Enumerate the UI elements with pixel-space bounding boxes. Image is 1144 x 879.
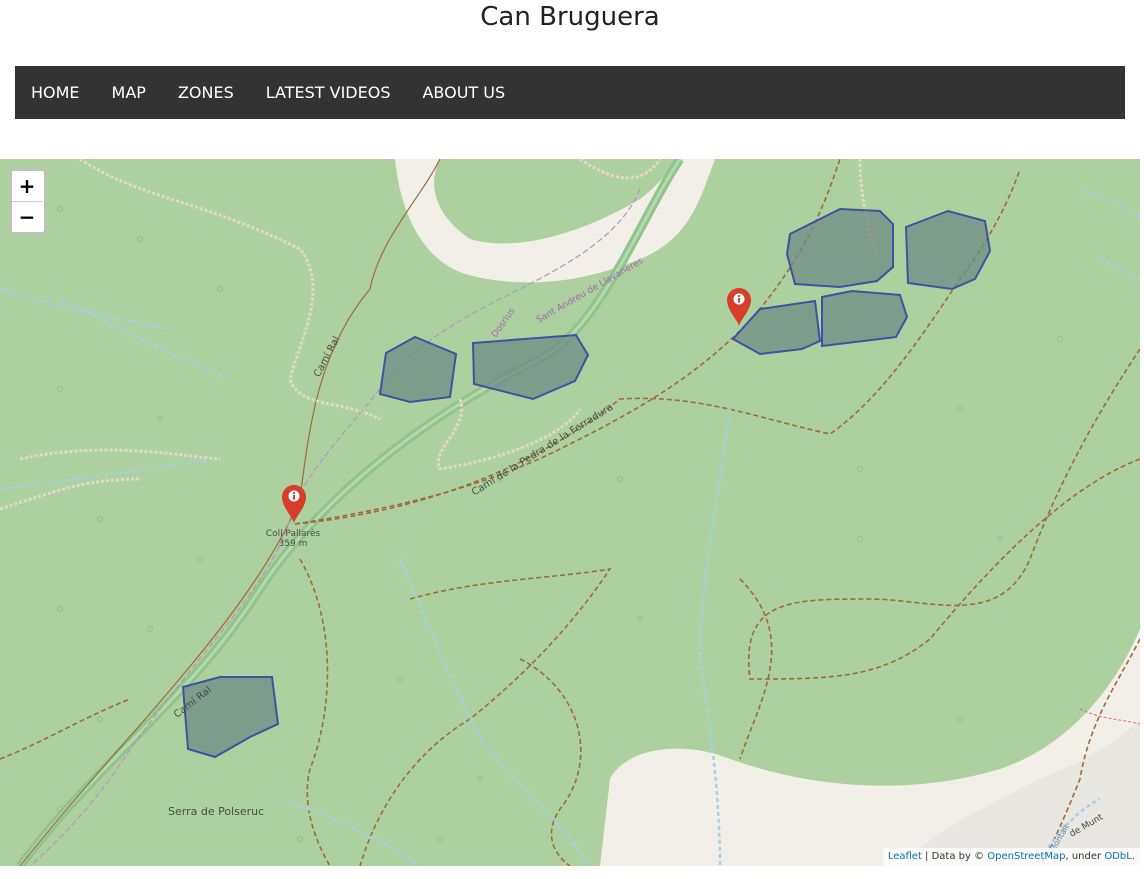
openstreetmap-link[interactable]: OpenStreetMap	[987, 851, 1065, 862]
map-attribution: Leaflet | Data by © OpenStreetMap, under…	[882, 848, 1140, 866]
coll-pallares-elevation: 359 m	[278, 539, 308, 549]
info-icon	[733, 293, 745, 305]
zone-polygon[interactable]	[821, 289, 909, 348]
map-label-serra-polseruc: Serra de Polseruc	[168, 805, 265, 818]
site-title: Can Bruguera	[480, 2, 660, 32]
main-navbar: HOME MAP ZONES LATEST VIDEOS ABOUT US	[15, 66, 1125, 119]
attribution-data-by: | Data by ©	[921, 851, 988, 862]
map-label-coll-pallares: Coll Pallarès 359 m	[258, 529, 328, 549]
zoom-out-button[interactable]: −	[12, 201, 42, 232]
nav-latest-videos[interactable]: LATEST VIDEOS	[250, 66, 407, 119]
map-tiles[interactable]	[0, 159, 1140, 866]
map-marker-zone[interactable]	[724, 285, 754, 327]
nav-zones[interactable]: ZONES	[162, 66, 250, 119]
map-container[interactable]: Camí Ral Dosrius Sant Andreu de Llavaner…	[0, 159, 1140, 866]
info-icon	[288, 490, 300, 502]
zoom-control: + −	[10, 169, 46, 234]
coll-pallares-name: Coll Pallarès	[265, 529, 321, 539]
attribution-end: .	[1131, 851, 1135, 862]
odbl-link[interactable]: ODbL	[1104, 851, 1132, 862]
marker-pin-icon	[727, 288, 751, 326]
map-marker-coll-pallares[interactable]	[279, 482, 309, 524]
leaflet-link[interactable]: Leaflet	[888, 851, 922, 862]
attribution-under: , under	[1065, 851, 1105, 862]
marker-pin-icon	[282, 485, 306, 523]
nav-home[interactable]: HOME	[15, 66, 96, 119]
nav-map[interactable]: MAP	[96, 66, 162, 119]
nav-about-us[interactable]: ABOUT US	[406, 66, 521, 119]
zoom-in-button[interactable]: +	[12, 171, 42, 201]
